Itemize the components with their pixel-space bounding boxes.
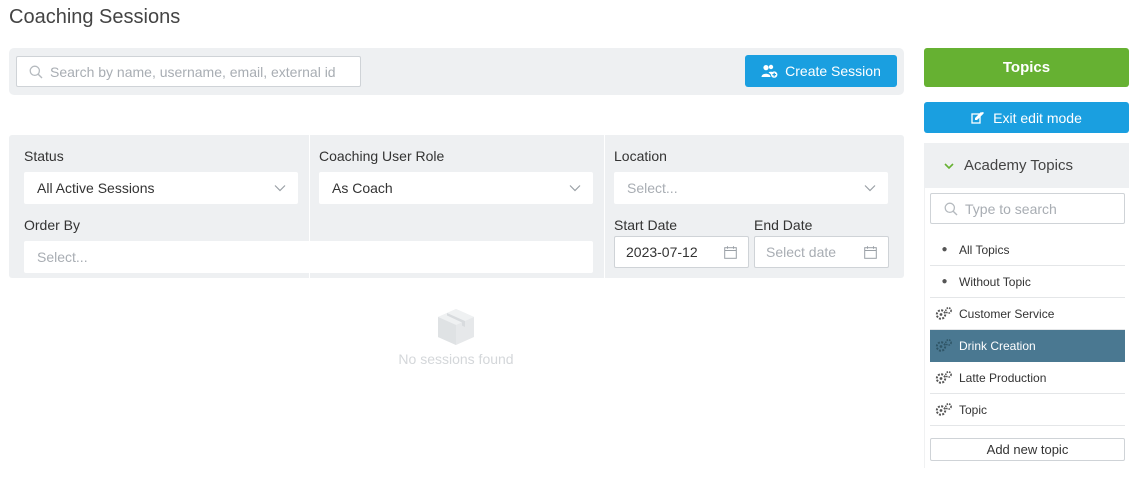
status-label: Status bbox=[24, 148, 64, 164]
search-input[interactable] bbox=[50, 57, 358, 86]
chevron-down-icon bbox=[569, 185, 581, 192]
status-value: All Active Sessions bbox=[37, 180, 155, 196]
exit-edit-mode-button[interactable]: Exit edit mode bbox=[924, 102, 1129, 133]
filter-divider bbox=[604, 135, 605, 278]
chevron-down-icon bbox=[274, 185, 286, 192]
search-icon bbox=[29, 65, 43, 79]
topic-label: Topic bbox=[959, 402, 988, 417]
start-date-label: Start Date bbox=[614, 217, 678, 233]
search-bar: Create Session bbox=[9, 48, 904, 95]
topic-item-without-topic[interactable]: ● Without Topic bbox=[930, 266, 1125, 298]
start-date-input[interactable]: 2023-07-12 bbox=[614, 236, 749, 268]
role-label: Coaching User Role bbox=[319, 148, 445, 164]
topic-item-topic[interactable]: Topic bbox=[930, 394, 1125, 426]
add-new-topic-button[interactable]: Add new topic bbox=[930, 438, 1125, 461]
gears-icon bbox=[935, 307, 952, 320]
role-select[interactable]: As Coach bbox=[319, 172, 593, 204]
end-date-input[interactable]: Select date bbox=[754, 236, 889, 268]
topic-label: Customer Service bbox=[959, 306, 1055, 321]
location-placeholder: Select... bbox=[627, 180, 678, 196]
search-field[interactable] bbox=[16, 56, 361, 87]
empty-box-icon bbox=[438, 309, 474, 345]
exit-edit-mode-label: Exit edit mode bbox=[993, 109, 1082, 126]
create-session-button[interactable]: Create Session bbox=[745, 55, 897, 87]
bullet-icon: ● bbox=[941, 276, 948, 287]
status-select[interactable]: All Active Sessions bbox=[24, 172, 298, 204]
chevron-down-icon bbox=[864, 185, 876, 192]
topic-item-latte-production[interactable]: Latte Production bbox=[930, 362, 1125, 394]
academy-topics-header[interactable]: Academy Topics bbox=[924, 143, 1129, 188]
topic-list: ● All Topics ● Without Topic Customer Se… bbox=[930, 234, 1125, 426]
location-select[interactable]: Select... bbox=[614, 172, 888, 204]
order-by-label: Order By bbox=[24, 217, 81, 233]
gears-icon bbox=[935, 371, 952, 384]
topic-label: Drink Creation bbox=[959, 338, 1036, 353]
empty-text: No sessions found bbox=[398, 351, 514, 367]
order-by-placeholder: Select... bbox=[37, 249, 88, 265]
users-add-icon bbox=[761, 64, 778, 78]
topics-button[interactable]: Topics bbox=[924, 48, 1129, 87]
topic-search-input[interactable] bbox=[965, 194, 1120, 223]
chevron-down-icon bbox=[944, 162, 954, 169]
create-session-label: Create Session bbox=[785, 63, 881, 79]
topic-label: All Topics bbox=[959, 242, 1010, 257]
topic-item-drink-creation[interactable]: Drink Creation bbox=[930, 330, 1125, 362]
page-title: Coaching Sessions bbox=[9, 6, 181, 28]
topic-search-field[interactable] bbox=[930, 193, 1125, 224]
academy-topics-label: Academy Topics bbox=[964, 157, 1073, 174]
academy-topics-panel: ● All Topics ● Without Topic Customer Se… bbox=[924, 188, 1129, 468]
end-date-label: End Date bbox=[754, 217, 813, 233]
gears-icon bbox=[935, 403, 952, 416]
topic-item-customer-service[interactable]: Customer Service bbox=[930, 298, 1125, 330]
topic-label: Without Topic bbox=[959, 274, 1031, 289]
role-value: As Coach bbox=[332, 180, 393, 196]
topic-label: Latte Production bbox=[959, 370, 1047, 385]
location-label: Location bbox=[614, 148, 667, 164]
end-date-placeholder: Select date bbox=[766, 244, 837, 260]
calendar-icon bbox=[864, 246, 877, 259]
edit-icon bbox=[971, 112, 985, 124]
order-by-select[interactable]: Select... bbox=[24, 241, 593, 273]
search-icon bbox=[944, 202, 958, 216]
start-date-value: 2023-07-12 bbox=[626, 244, 698, 260]
empty-state: No sessions found bbox=[380, 306, 532, 367]
filters-panel: Status All Active Sessions Coaching User… bbox=[9, 135, 904, 278]
bullet-icon: ● bbox=[941, 244, 948, 255]
calendar-icon bbox=[724, 246, 737, 259]
gears-icon bbox=[935, 339, 952, 352]
topic-item-all-topics[interactable]: ● All Topics bbox=[930, 234, 1125, 266]
